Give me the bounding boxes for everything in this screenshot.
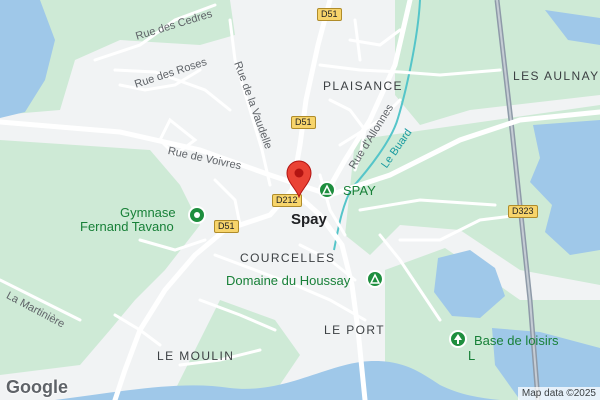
poi-label[interactable]: Gymnase (120, 205, 176, 220)
road-shield: D51 (291, 116, 316, 129)
road-shield: D51 (317, 8, 342, 21)
poi-label[interactable]: L (468, 348, 475, 363)
place-label: LE MOULIN (157, 349, 235, 363)
place-label: COURCELLES (240, 251, 336, 265)
place-label: LES AULNAY (513, 69, 600, 83)
poi-label[interactable]: Fernand Tavano (80, 219, 174, 234)
road-shield: D51 (214, 220, 239, 233)
park-icon[interactable] (449, 330, 467, 348)
map-attribution[interactable]: Map data ©2025 (517, 387, 600, 400)
map-canvas[interactable]: Rue des Cedres Rue des Roses Rue de la V… (0, 0, 600, 400)
campground-icon[interactable] (366, 270, 384, 288)
campground-icon[interactable] (318, 181, 336, 199)
poi-label[interactable]: SPAY (343, 183, 376, 198)
poi-label[interactable]: Domaine du Houssay (226, 273, 350, 288)
map-pin-icon[interactable] (286, 160, 312, 203)
place-label: PLAISANCE (323, 79, 403, 93)
poi-label[interactable]: Base de loisirs (474, 333, 559, 348)
town-label: Spay (291, 211, 327, 228)
sports-center-icon[interactable] (188, 206, 206, 224)
google-logo[interactable]: Google (6, 377, 68, 398)
road-shield: D323 (508, 205, 538, 218)
place-label: LE PORT (324, 323, 385, 337)
